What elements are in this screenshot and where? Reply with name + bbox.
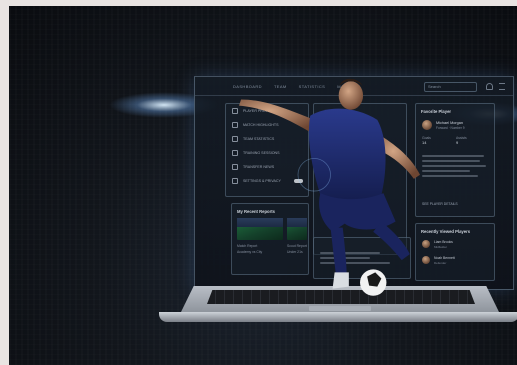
report-thumbnail[interactable] <box>237 218 283 240</box>
news-icon <box>232 164 238 170</box>
calendar-icon <box>232 150 238 156</box>
see-player-details-link[interactable]: SEE PLAYER DETAILS <box>422 202 458 206</box>
menu-item-label: TEAM STATISTICS <box>243 137 275 141</box>
menu-panel: PLAYER PROFILE MATCH HIGHLIGHTS TEAM STA… <box>225 103 309 197</box>
menu-item-training-sessions[interactable]: TRAINING SESSIONS <box>226 146 308 160</box>
report-card-subtitle: Academy vs City <box>237 250 263 254</box>
player-role: Forward · Number 9 <box>436 126 465 130</box>
favorite-player-panel: Favorite Player Michael Morgan Forward ·… <box>415 103 495 217</box>
nav-item-matches[interactable]: MATCHES <box>337 84 359 89</box>
avatar <box>422 256 430 264</box>
stat-value: 9 <box>456 140 459 145</box>
player-name: Michael Morgan <box>436 121 464 125</box>
center-panel <box>313 103 407 255</box>
stat-value: 14 <box>422 140 427 145</box>
menu-item-player-profile[interactable]: PLAYER PROFILE <box>226 104 308 118</box>
nav-item-dashboard[interactable]: DASHBOARD <box>233 84 262 89</box>
recent-reports-title: My Recent Reports <box>237 209 275 214</box>
nav-item-team[interactable]: TEAM <box>274 84 287 89</box>
report-card-title: Match Report <box>237 244 258 248</box>
viewed-player-role: Midfielder <box>434 245 448 249</box>
viewed-player-name[interactable]: Liam Brooks <box>434 240 453 244</box>
menu-item-settings[interactable]: SETTINGS & PRIVACY <box>226 174 308 188</box>
report-card-title: Scout Report <box>287 244 307 248</box>
menu-item-transfer-news[interactable]: TRANSFER NEWS <box>226 160 308 174</box>
menu-icon[interactable] <box>499 83 505 90</box>
avatar <box>422 120 432 130</box>
keyboard <box>207 290 475 304</box>
report-card-subtitle: Under 21s <box>287 250 303 254</box>
menu-item-label: TRAINING SESSIONS <box>243 151 280 155</box>
search-input[interactable]: Search <box>424 82 477 92</box>
gear-icon <box>232 178 238 184</box>
menu-item-match-highlights[interactable]: MATCH HIGHLIGHTS <box>226 118 308 132</box>
avatar <box>422 240 430 248</box>
recently-viewed-panel: Recently Viewed Players Liam Brooks Midf… <box>415 223 495 281</box>
menu-item-label: MATCH HIGHLIGHTS <box>243 123 279 127</box>
nav-item-statistics[interactable]: STATISTICS <box>299 84 326 89</box>
menu-item-label: SETTINGS & PRIVACY <box>243 179 281 183</box>
viewed-player-name[interactable]: Noah Bennett <box>434 256 455 260</box>
viewed-player-role: Defender <box>434 261 447 265</box>
favorite-player-title: Favorite Player <box>421 109 452 114</box>
menu-item-label: TRANSFER NEWS <box>243 165 275 169</box>
laptop-edge <box>159 312 517 322</box>
recently-viewed-title: Recently Viewed Players <box>421 229 471 234</box>
recent-reports-panel: My Recent Reports Match Report Academy v… <box>231 203 309 275</box>
video-icon <box>232 122 238 128</box>
chart-icon <box>232 136 238 142</box>
menu-item-label: PLAYER PROFILE <box>243 109 274 113</box>
laptop-base <box>159 286 517 326</box>
menu-item-team-statistics[interactable]: TEAM STATISTICS <box>226 132 308 146</box>
stadium-photo: DASHBOARD TEAM STATISTICS MATCHES Search… <box>9 6 517 365</box>
trackpad <box>309 306 371 311</box>
bottom-center-panel <box>313 237 411 279</box>
dashboard-screen: DASHBOARD TEAM STATISTICS MATCHES Search… <box>194 76 514 290</box>
report-thumbnail[interactable] <box>287 218 307 240</box>
profile-icon <box>232 108 238 114</box>
settings-toggle[interactable] <box>293 179 303 183</box>
bell-icon[interactable] <box>486 83 493 90</box>
